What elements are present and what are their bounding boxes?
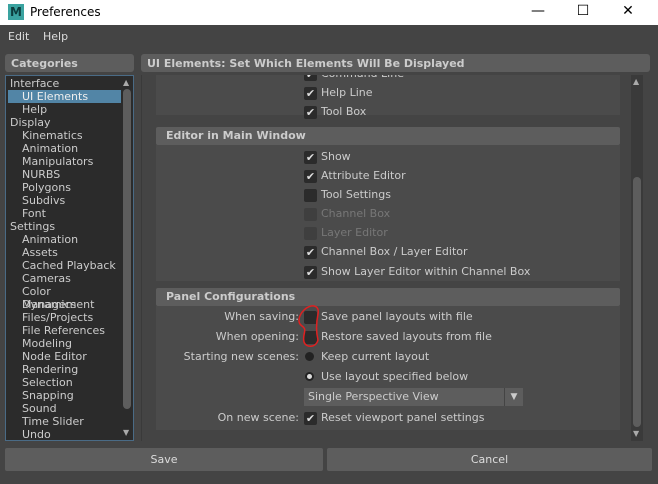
help-line-label: Help Line: [321, 86, 373, 99]
layout-radio-label: Use layout specified below: [321, 370, 469, 383]
category-item[interactable]: Interface: [8, 77, 123, 90]
on-new-scene-label: On new scene:: [217, 411, 299, 424]
dropdown-arrow-icon[interactable]: ▼: [504, 388, 523, 406]
save-panel-layouts-label: Save panel layouts with file: [321, 310, 473, 323]
layout-radio[interactable]: [305, 352, 314, 361]
command-line-label: Command Line: [321, 75, 404, 80]
category-item[interactable]: Snapping: [8, 389, 123, 402]
tool-box-label: Tool Box: [321, 105, 367, 118]
category-item[interactable]: Animation: [8, 142, 123, 155]
layout-radio[interactable]: [305, 372, 314, 381]
red-annotation-outline: [298, 305, 319, 347]
when-saving-label: When saving:: [224, 310, 299, 323]
category-item[interactable]: Help: [8, 103, 123, 116]
maya-logo-icon: M: [8, 4, 24, 20]
panel-scrollbar[interactable]: ▲ ▼: [631, 75, 643, 441]
editor-item-label: Channel Box / Layer Editor: [321, 245, 468, 258]
editor-item-checkbox[interactable]: ✔: [304, 266, 317, 279]
category-item[interactable]: Manipulators: [8, 155, 123, 168]
when-opening-label: When opening:: [215, 330, 299, 343]
starting-new-scenes-label: Starting new scenes:: [183, 350, 299, 363]
category-item[interactable]: Cameras: [8, 272, 123, 285]
scroll-up-icon[interactable]: ▲: [633, 77, 639, 86]
close-button[interactable]: ✕: [618, 3, 638, 19]
layout-dropdown[interactable]: Single Perspective View: [304, 388, 523, 406]
category-item[interactable]: Dynamics: [8, 298, 123, 311]
layout-dropdown-value: Single Perspective View: [308, 390, 439, 403]
categories-list: Interface UI Elements Help Display Kinematic…: [5, 75, 134, 441]
title-bar: M Preferences — ☐ ✕: [0, 0, 658, 25]
menu-bar: Edit Help: [0, 25, 658, 49]
editor-item-checkbox[interactable]: ✔: [304, 151, 317, 164]
editor-item-label: Attribute Editor: [321, 169, 406, 182]
category-item[interactable]: Time Slider: [8, 415, 123, 428]
restore-layouts-label: Restore saved layouts from file: [321, 330, 492, 343]
category-item[interactable]: Cached Playback: [8, 259, 123, 272]
editor-item-label: Show Layer Editor within Channel Box: [321, 265, 531, 278]
menu-edit[interactable]: Edit: [8, 30, 29, 43]
editor-item-checkbox[interactable]: ✔: [304, 170, 317, 183]
save-button[interactable]: Save: [5, 448, 323, 471]
editor-item-label: Tool Settings: [321, 188, 391, 201]
category-item[interactable]: Sound: [8, 402, 123, 415]
panel-content: Editor in Main Window Panel Configuratio…: [141, 75, 650, 441]
editor-item-label: Layer Editor: [321, 226, 388, 239]
category-item[interactable]: Undo: [8, 428, 123, 441]
category-item[interactable]: Subdivs: [8, 194, 123, 207]
editor-item-checkbox[interactable]: [304, 227, 317, 240]
editor-item-label: Channel Box: [321, 207, 391, 220]
scroll-thumb[interactable]: [123, 89, 131, 409]
scroll-down-icon[interactable]: ▼: [123, 428, 129, 437]
category-item[interactable]: Modeling: [8, 337, 123, 350]
category-item[interactable]: NURBS: [8, 168, 123, 181]
scroll-up-icon[interactable]: ▲: [123, 78, 129, 87]
category-item[interactable]: Display: [8, 116, 123, 129]
help-line-checkbox[interactable]: ✔: [304, 87, 317, 100]
editor-item-checkbox[interactable]: [304, 208, 317, 221]
editor-section-header: Editor in Main Window: [156, 127, 620, 145]
reset-viewport-label: Reset viewport panel settings: [321, 411, 485, 424]
category-item[interactable]: Selection: [8, 376, 123, 389]
panel-config-header: Panel Configurations: [156, 288, 620, 306]
reset-viewport-checkbox[interactable]: ✔: [304, 412, 317, 425]
scroll-down-icon[interactable]: ▼: [633, 429, 639, 438]
editor-item-checkbox[interactable]: [304, 189, 317, 202]
category-item[interactable]: Font: [8, 207, 123, 220]
category-item[interactable]: Settings: [8, 220, 123, 233]
category-item[interactable]: Polygons: [8, 181, 123, 194]
category-item[interactable]: UI Elements: [8, 90, 123, 103]
top-section: [156, 75, 620, 115]
maximize-button[interactable]: ☐: [573, 3, 593, 19]
minimize-button[interactable]: —: [528, 3, 548, 19]
category-item[interactable]: Kinematics: [8, 129, 123, 142]
window-title: Preferences: [30, 5, 101, 19]
category-item[interactable]: Animation: [8, 233, 123, 246]
menu-help[interactable]: Help: [43, 30, 68, 43]
category-item[interactable]: Assets: [8, 246, 123, 259]
cancel-button[interactable]: Cancel: [327, 448, 652, 471]
category-item[interactable]: Rendering: [8, 363, 123, 376]
panel-header: UI Elements: Set Which Elements Will Be …: [141, 54, 650, 72]
categories-header: Categories: [5, 54, 134, 72]
category-item[interactable]: Node Editor: [8, 350, 123, 363]
command-line-checkbox[interactable]: ✔: [304, 75, 317, 81]
category-item[interactable]: File References: [8, 324, 123, 337]
categories-scrollbar[interactable]: ▲ ▼: [121, 76, 133, 440]
category-item[interactable]: Files/Projects: [8, 311, 123, 324]
editor-item-checkbox[interactable]: ✔: [304, 246, 317, 259]
tool-box-checkbox[interactable]: ✔: [304, 106, 317, 119]
editor-item-label: Show: [321, 150, 351, 163]
layout-radio-label: Keep current layout: [321, 350, 430, 363]
category-item[interactable]: Color Management: [8, 285, 123, 311]
scroll-thumb[interactable]: [633, 177, 641, 427]
